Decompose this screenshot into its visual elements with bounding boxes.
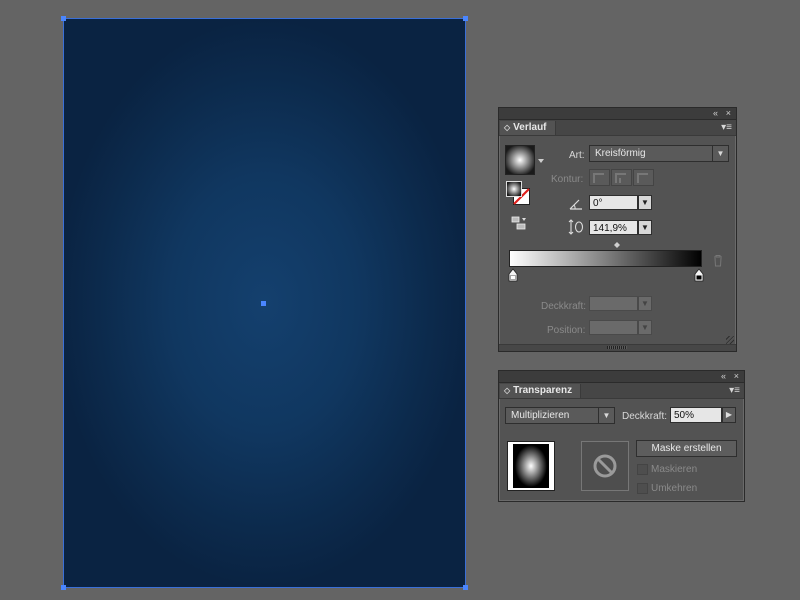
transparency-panel: « × ◇ Transparenz ▾≡ Multiplizieren ▼ Dec… bbox=[498, 370, 745, 502]
clip-label: Maskieren bbox=[651, 464, 698, 475]
chevron-down-icon: ▼ bbox=[598, 408, 614, 423]
blend-mode-value: Multiplizieren bbox=[511, 410, 570, 421]
tab-transparenz[interactable]: ◇ Transparenz bbox=[500, 384, 582, 398]
stop-position-input[interactable] bbox=[589, 320, 638, 335]
close-icon[interactable]: × bbox=[726, 108, 731, 119]
tab-verlauf[interactable]: ◇ Verlauf bbox=[500, 121, 556, 135]
angle-icon bbox=[569, 199, 582, 210]
aspect-ratio-input[interactable]: 141,9% bbox=[589, 220, 638, 235]
gradient-stop-white[interactable] bbox=[508, 268, 518, 282]
close-icon[interactable]: × bbox=[734, 371, 739, 382]
panel-menu-icon[interactable]: ▾≡ bbox=[729, 384, 740, 397]
panel-resize-bar[interactable] bbox=[499, 344, 736, 351]
trash-icon[interactable] bbox=[712, 254, 724, 267]
selection-handle-top-left[interactable] bbox=[61, 16, 66, 21]
gradient-tabbar: ◇ Verlauf ▾≡ bbox=[499, 120, 736, 136]
opacity-label: Deckkraft: bbox=[622, 411, 668, 422]
object-thumbnail[interactable] bbox=[507, 441, 555, 491]
aspect-ratio-dropdown-icon[interactable]: ▼ bbox=[638, 220, 652, 235]
corner-resize-icon[interactable] bbox=[726, 336, 734, 344]
invert-checkbox[interactable] bbox=[637, 483, 648, 494]
mask-thumbnail[interactable] bbox=[581, 441, 629, 491]
gradient-panel: « × ◇ Verlauf ▾≡ Art: Kreisförmig ▼ Kont… bbox=[498, 107, 737, 352]
tab-verlauf-label: Verlauf bbox=[513, 122, 547, 133]
gradient-panel-titlebar[interactable]: « × bbox=[499, 108, 736, 120]
tab-arrow-icon: ◇ bbox=[504, 123, 511, 132]
clip-checkbox[interactable] bbox=[637, 464, 648, 475]
stop-position-label: Position: bbox=[547, 325, 586, 336]
artboard[interactable] bbox=[61, 16, 468, 590]
stroke-gradient-buttons[interactable] bbox=[589, 169, 655, 187]
selection-handle-bottom-right[interactable] bbox=[463, 585, 468, 590]
stop-position-dropdown-icon[interactable]: ▼ bbox=[638, 320, 652, 335]
kontur-label: Kontur: bbox=[551, 174, 584, 185]
transparency-tabbar: ◇ Transparenz ▾≡ bbox=[499, 383, 744, 399]
gradient-type-value: Kreisförmig bbox=[595, 148, 646, 159]
selection-handle-top-right[interactable] bbox=[463, 16, 468, 21]
resize-grip-icon[interactable] bbox=[607, 346, 627, 349]
angle-input[interactable]: 0° bbox=[589, 195, 638, 210]
reverse-gradient-icon[interactable] bbox=[511, 215, 527, 231]
selection-handle-bottom-left[interactable] bbox=[61, 585, 66, 590]
opacity-slider-arrow-icon[interactable]: ▶ bbox=[722, 407, 736, 423]
stop-opacity-label: Deckkraft: bbox=[541, 301, 587, 312]
aspect-ratio-icon bbox=[568, 219, 584, 235]
no-mask-icon bbox=[593, 454, 617, 478]
gradient-type-select[interactable]: Kreisförmig ▼ bbox=[589, 145, 729, 162]
collapse-icon[interactable]: « bbox=[721, 371, 726, 382]
chevron-down-icon: ▼ bbox=[712, 146, 728, 161]
tab-arrow-icon: ◇ bbox=[504, 386, 511, 395]
tab-transparenz-label: Transparenz bbox=[513, 385, 573, 396]
stop-opacity-input[interactable] bbox=[589, 296, 638, 311]
panel-menu-icon[interactable]: ▾≡ bbox=[721, 121, 732, 134]
opacity-input[interactable]: 50% bbox=[670, 407, 722, 423]
selection-center-point[interactable] bbox=[261, 301, 266, 306]
gradient-slider[interactable] bbox=[507, 241, 732, 285]
invert-label: Umkehren bbox=[651, 483, 698, 494]
fill-stroke-icon[interactable] bbox=[505, 180, 531, 206]
collapse-icon[interactable]: « bbox=[713, 108, 718, 119]
gradient-preview-swatch[interactable] bbox=[505, 145, 545, 175]
gradient-stop-black[interactable] bbox=[694, 268, 704, 282]
art-label: Art: bbox=[569, 150, 585, 161]
transparency-panel-titlebar[interactable]: « × bbox=[499, 371, 744, 383]
blend-mode-select[interactable]: Multiplizieren ▼ bbox=[505, 407, 615, 424]
angle-dropdown-icon[interactable]: ▼ bbox=[638, 195, 652, 210]
make-mask-button[interactable]: Maske erstellen bbox=[636, 440, 737, 457]
stop-opacity-dropdown-icon[interactable]: ▼ bbox=[638, 296, 652, 311]
